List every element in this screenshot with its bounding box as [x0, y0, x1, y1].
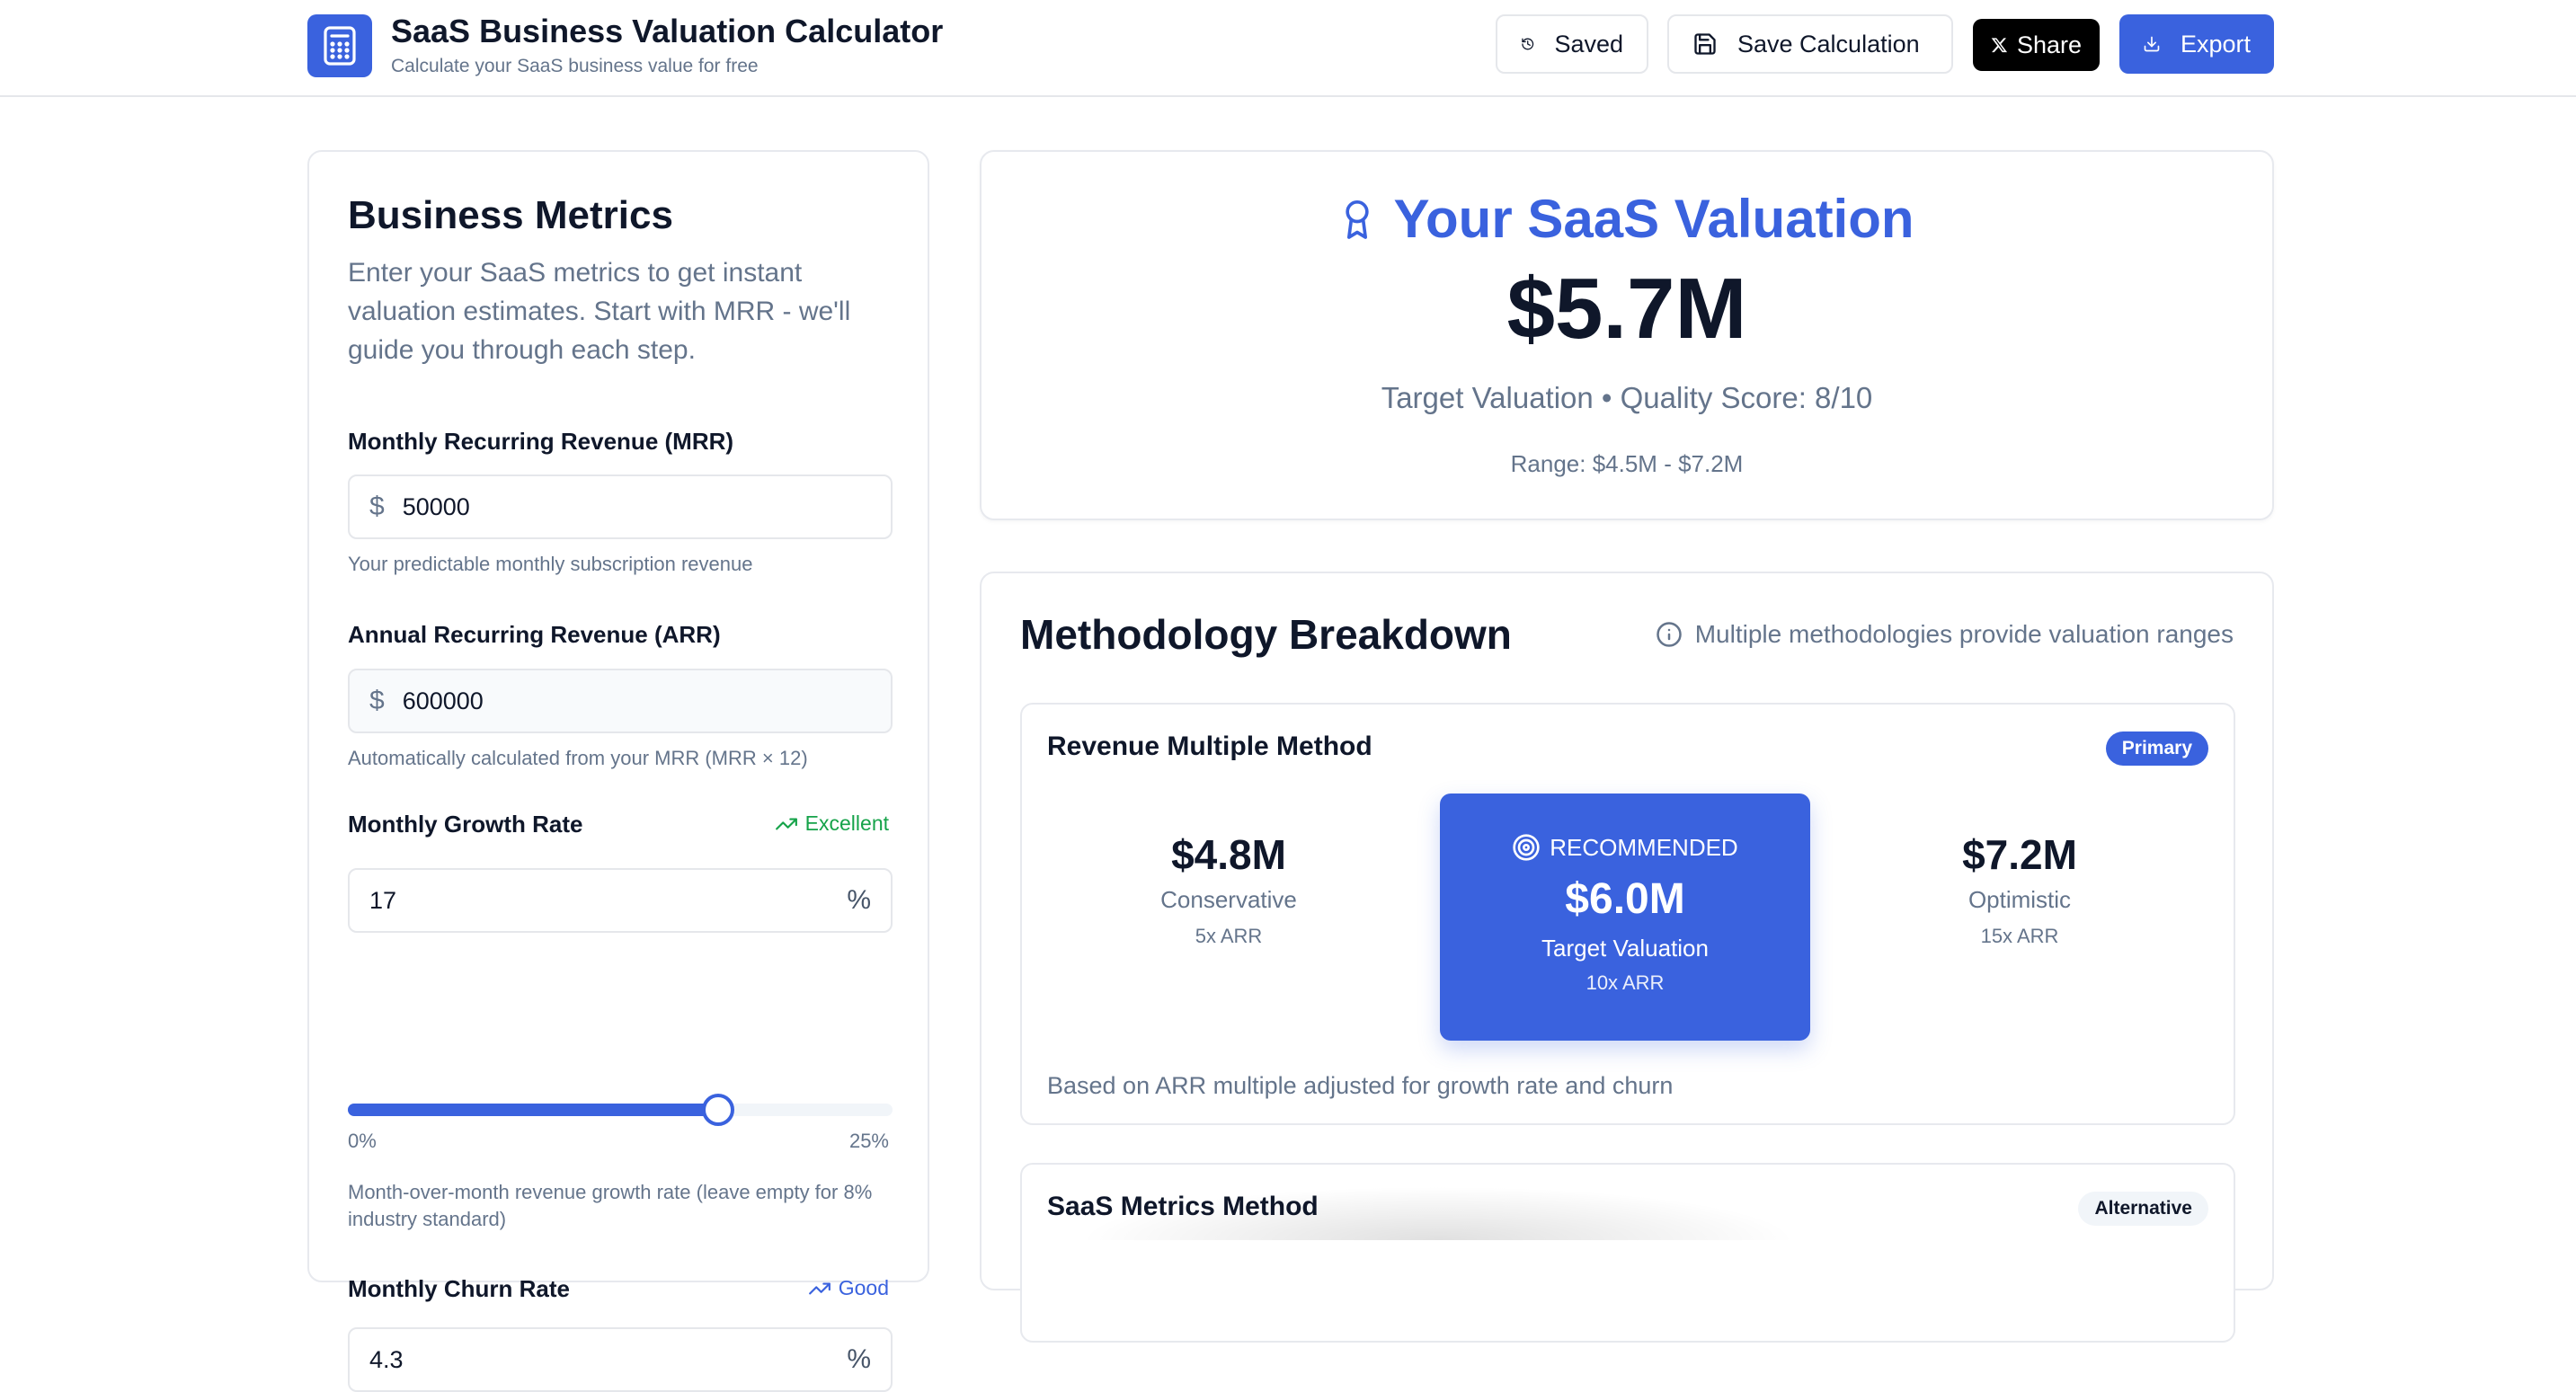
- alternative-badge: Alternative: [2078, 1192, 2208, 1226]
- top-bar: SaaS Business Valuation Calculator Calcu…: [0, 0, 2576, 97]
- export-button[interactable]: Export: [2119, 14, 2274, 74]
- growth-status-label: Excellent: [804, 811, 889, 835]
- optimistic-amount: $7.2M: [1962, 831, 2077, 878]
- optimistic-column: $7.2M Optimistic 15x ARR: [1840, 830, 2199, 948]
- export-label: Export: [2180, 30, 2251, 58]
- methodology-note-text: Multiple methodologies provide valuation…: [1694, 620, 2234, 648]
- dollar-prefix: $: [369, 492, 385, 521]
- methodology-note: Multiple methodologies provide valuation…: [1656, 620, 2234, 649]
- arr-field[interactable]: $: [348, 669, 893, 733]
- award-icon: [1346, 199, 1370, 239]
- arr-input[interactable]: [402, 687, 871, 715]
- mrr-label: Monthly Recurring Revenue (MRR): [348, 428, 734, 455]
- valuation-subtitle: Target Valuation • Quality Score: 8/10: [1381, 381, 1873, 414]
- revenue-multiple-footnote: Based on ARR multiple adjusted for growt…: [1047, 1072, 1674, 1099]
- recommended-subtitle: Target Valuation: [1541, 935, 1709, 962]
- churn-status-badge: Good: [808, 1276, 889, 1300]
- revenue-multiple-title: Revenue Multiple Method: [1047, 731, 1372, 761]
- saved-button[interactable]: Saved: [1496, 14, 1648, 74]
- growth-slider-fill: [348, 1104, 719, 1116]
- app-title: SaaS Business Valuation Calculator: [391, 13, 944, 49]
- growth-label: Monthly Growth Rate: [348, 811, 583, 838]
- methodology-title: Methodology Breakdown: [1020, 611, 1512, 658]
- save-calculation-button[interactable]: Save Calculation: [1667, 14, 1953, 74]
- growth-slider[interactable]: [348, 1094, 893, 1126]
- x-logo-icon: [1991, 38, 2008, 53]
- target-icon: [1513, 834, 1540, 861]
- growth-hint: Month-over-month revenue growth rate (le…: [348, 1181, 873, 1230]
- recommended-tag: RECOMMENDED: [1440, 833, 1810, 862]
- conservative-column: $4.8M Conservative 5x ARR: [1049, 830, 1408, 948]
- churn-input[interactable]: [369, 1345, 848, 1374]
- percent-suffix: %: [847, 885, 871, 915]
- share-button[interactable]: Share: [1973, 19, 2100, 71]
- conservative-multiple: 5x ARR: [1195, 925, 1263, 947]
- save-calculation-label: Save Calculation: [1737, 30, 1920, 58]
- growth-slider-thumb[interactable]: [702, 1094, 735, 1126]
- download-icon: [2144, 36, 2160, 52]
- churn-field[interactable]: %: [348, 1327, 893, 1392]
- growth-field[interactable]: %: [348, 868, 893, 933]
- primary-badge: Primary: [2105, 731, 2208, 766]
- growth-status-badge: Excellent: [775, 811, 889, 836]
- valuation-title: Your SaaS Valuation: [1393, 189, 1914, 249]
- growth-input[interactable]: [369, 886, 848, 915]
- saved-label: Saved: [1554, 30, 1623, 58]
- business-metrics-card: Business Metrics Enter your SaaS metrics…: [307, 150, 929, 1392]
- recommended-box: RECOMMENDED $6.0M Target Valuation 10x A…: [1440, 794, 1810, 1041]
- recommended-label: RECOMMENDED: [1550, 833, 1738, 861]
- app-subtitle: Calculate your SaaS business value for f…: [391, 56, 759, 76]
- optimistic-multiple: 15x ARR: [1980, 925, 2059, 947]
- saas-metrics-title: SaaS Metrics Method: [1047, 1192, 1319, 1221]
- revenue-multiple-card: Revenue Multiple Method Primary $4.8M Co…: [1020, 703, 2235, 1125]
- churn-status-label: Good: [838, 1276, 889, 1299]
- methodology-card: Methodology Breakdown Multiple methodolo…: [980, 572, 2274, 1343]
- conservative-amount: $4.8M: [1171, 831, 1286, 878]
- mrr-hint: Your predictable monthly subscription re…: [348, 553, 753, 575]
- saas-metrics-card: SaaS Metrics Method Alternative: [1020, 1163, 2235, 1343]
- trending-up-icon: [775, 818, 797, 829]
- mrr-input[interactable]: [402, 492, 871, 521]
- calculator-icon: [307, 14, 372, 77]
- arr-hint: Automatically calculated from your MRR (…: [348, 747, 808, 769]
- valuation-card: Your SaaS Valuation $5.7M Target Valuati…: [980, 150, 2274, 520]
- info-icon: [1656, 622, 1682, 647]
- optimistic-label: Optimistic: [1968, 886, 2072, 913]
- trending-up-icon: [808, 1282, 831, 1294]
- churn-label: Monthly Churn Rate: [348, 1275, 570, 1302]
- slider-min-label: 0%: [348, 1130, 377, 1152]
- recommended-multiple: 10x ARR: [1586, 971, 1665, 994]
- business-metrics-title: Business Metrics: [348, 193, 673, 237]
- business-metrics-description: Enter your SaaS metrics to get instant v…: [348, 258, 851, 365]
- percent-suffix: %: [847, 1344, 871, 1374]
- slider-max-label: 25%: [848, 1130, 889, 1152]
- valuation-range: Range: $4.5M - $7.2M: [1510, 450, 1744, 477]
- recommended-amount: $6.0M: [1565, 875, 1685, 923]
- dollar-prefix: $: [369, 686, 385, 715]
- share-label: Share: [2016, 31, 2082, 58]
- conservative-label: Conservative: [1160, 886, 1297, 913]
- history-icon: [1522, 38, 1534, 50]
- arr-label: Annual Recurring Revenue (ARR): [348, 621, 721, 648]
- mrr-field[interactable]: $: [348, 474, 893, 539]
- save-icon: [1694, 33, 1716, 55]
- valuation-heading: Your SaaS Valuation: [982, 188, 2272, 250]
- valuation-amount: $5.7M: [1506, 261, 1747, 357]
